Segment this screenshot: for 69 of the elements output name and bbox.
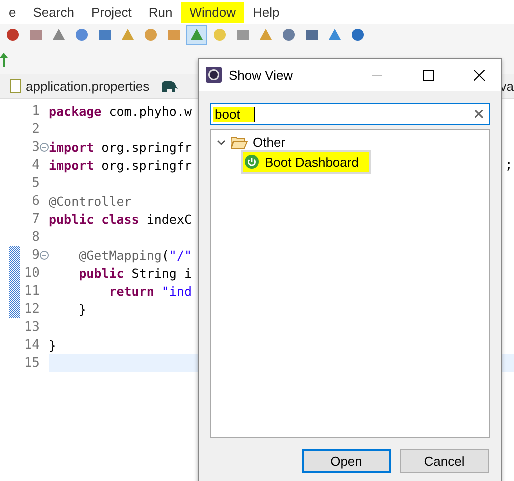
line-number: 8 — [31, 230, 40, 244]
square-icon — [236, 28, 250, 42]
square-icon — [98, 28, 112, 42]
elephant-icon — [160, 80, 178, 92]
chevron-down-icon[interactable] — [217, 138, 226, 146]
square-icon — [166, 28, 180, 42]
code-line: package com.phyho.w — [49, 104, 192, 118]
triangle-icon — [120, 28, 134, 42]
search-field[interactable]: boot — [210, 103, 490, 125]
line-number: 11 — [23, 284, 40, 298]
collapse-icon[interactable] — [40, 250, 49, 260]
circle-icon — [212, 28, 226, 42]
code-line: public String i — [78, 266, 192, 280]
line-number: 12 — [23, 302, 40, 316]
triangle-icon — [328, 28, 342, 42]
clear-icon[interactable] — [475, 110, 483, 118]
circle-icon — [144, 28, 158, 42]
line-number: 13 — [23, 320, 40, 334]
line-number: 6 — [31, 194, 40, 208]
gear-icon — [206, 67, 222, 83]
code-line: @Controller — [49, 194, 132, 208]
close-icon — [474, 70, 484, 80]
code-line: import org.springfr — [49, 140, 192, 154]
code-line: } — [78, 302, 87, 316]
tree-item[interactable]: Boot Dashboard — [243, 152, 369, 172]
circle-icon — [350, 28, 364, 42]
triangle-icon — [258, 28, 272, 42]
minimize-icon — [372, 74, 382, 76]
line-number: 14 — [23, 338, 40, 352]
menu-item[interactable]: e — [0, 2, 24, 22]
line-number: 5 — [31, 176, 40, 190]
code-text: ; — [505, 158, 513, 172]
arrow-icon[interactable] — [0, 52, 8, 68]
menu-item[interactable]: Window — [180, 2, 244, 22]
menu-item[interactable]: Project — [82, 2, 140, 22]
file-icon — [10, 79, 21, 93]
power-icon — [245, 155, 259, 169]
circle-icon — [74, 28, 88, 42]
collapse-icon[interactable] — [40, 142, 49, 152]
line-number: 9 — [31, 248, 40, 262]
tree-item[interactable]: Other — [211, 132, 290, 152]
triangle-icon — [190, 28, 204, 42]
menu-item[interactable]: Run — [140, 2, 181, 22]
square-icon — [28, 28, 42, 42]
folder-icon — [231, 136, 248, 148]
code-line: @GetMapping("/" — [78, 248, 192, 262]
triangle-icon — [52, 28, 66, 42]
line-number: 15 — [23, 356, 40, 370]
line-number: 4 — [31, 158, 40, 172]
square-icon — [304, 28, 318, 42]
code-line: return "ind — [108, 284, 192, 298]
toolbar-button[interactable] — [186, 25, 207, 45]
menu-item[interactable]: Search — [24, 2, 82, 22]
dialog-button[interactable]: Open — [302, 449, 391, 473]
maximize-icon — [422, 70, 434, 80]
editor-tab[interactable]: application.properties — [0, 74, 160, 98]
dialog-button[interactable]: Cancel — [400, 449, 489, 473]
line-number: 7 — [31, 212, 40, 226]
code-line: import org.springfr — [49, 158, 192, 172]
circle-icon — [6, 28, 20, 42]
circle-icon — [282, 28, 296, 42]
dialog-title: Show View — [229, 68, 294, 82]
line-number: 3 — [31, 140, 40, 154]
line-number: 1 — [31, 104, 40, 118]
code-line: public class indexC — [49, 212, 192, 226]
menu-item[interactable]: Help — [244, 2, 288, 22]
line-number: 2 — [31, 122, 40, 136]
line-number: 10 — [23, 266, 40, 280]
code-line: } — [49, 338, 57, 352]
